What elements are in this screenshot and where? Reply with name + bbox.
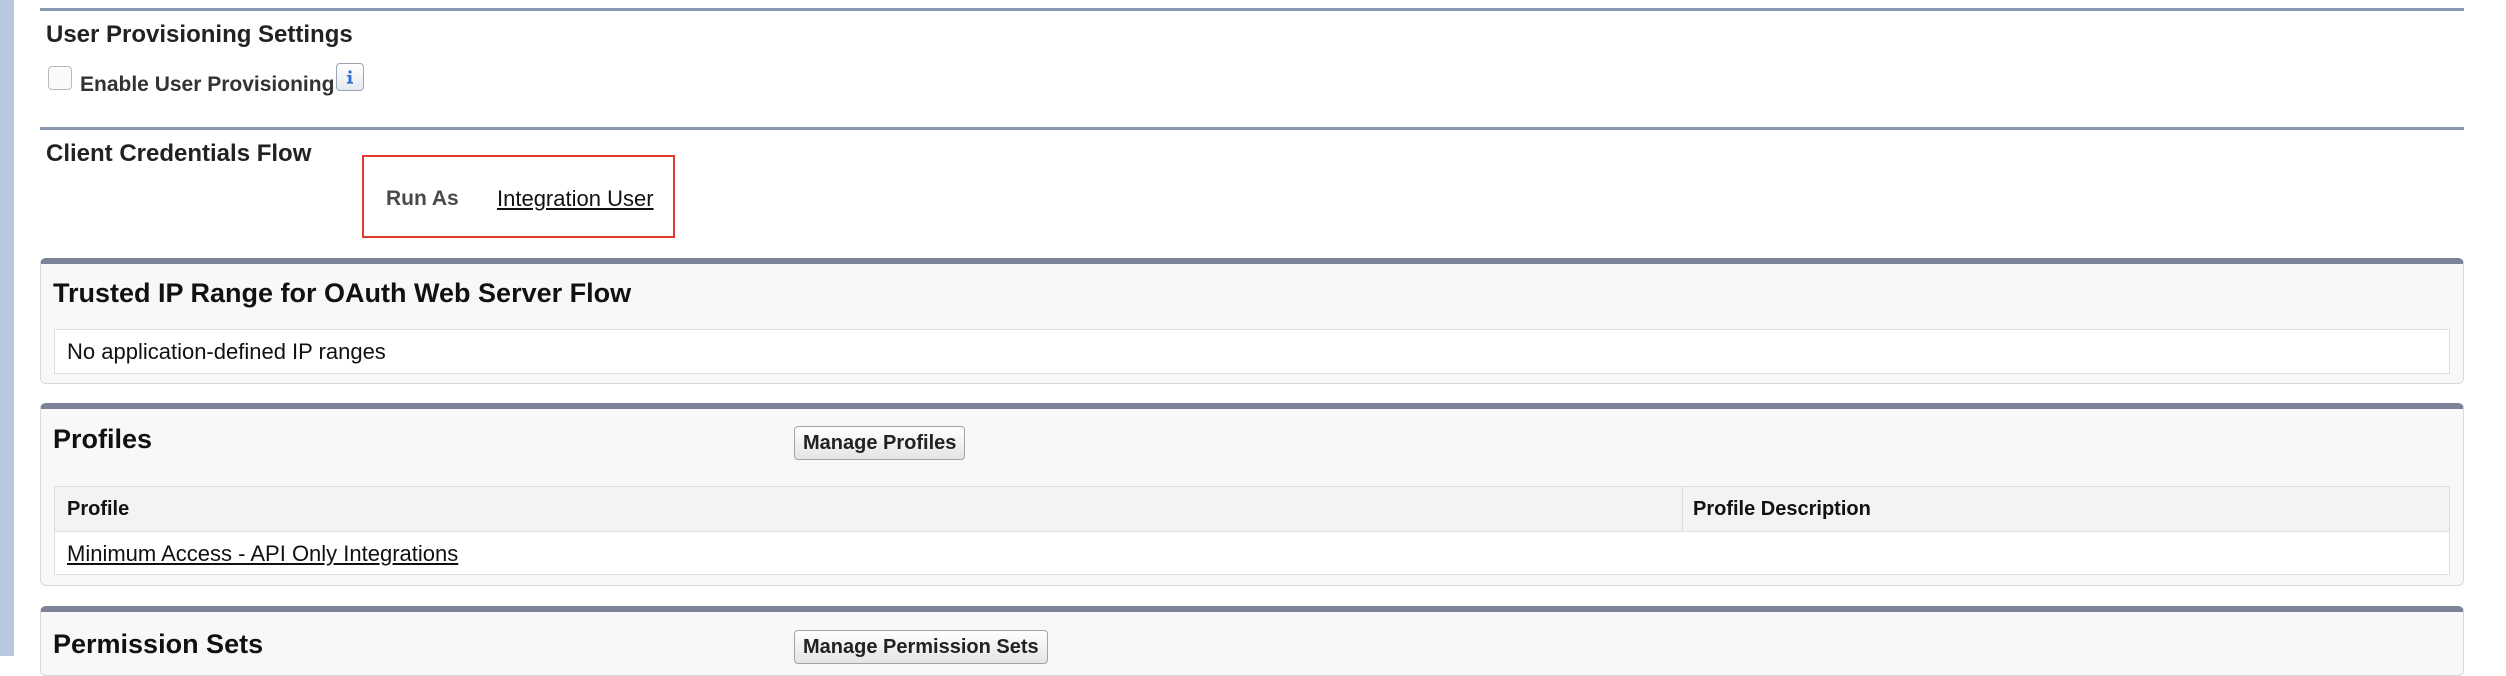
info-icon[interactable] xyxy=(336,63,364,91)
run-as-label: Run As xyxy=(386,187,459,210)
profiles-panel: Profiles Manage Profiles Profile Profile… xyxy=(40,403,2464,586)
user-provisioning-title: User Provisioning Settings xyxy=(46,21,353,48)
manage-profiles-button[interactable]: Manage Profiles xyxy=(794,426,966,460)
profile-description-column-header: Profile Description xyxy=(1693,498,1871,520)
profiles-table: Profile Profile Description Minimum Acce… xyxy=(54,486,2450,575)
enable-user-provisioning-label: Enable User Provisioning xyxy=(80,73,335,96)
manage-permission-sets-button[interactable]: Manage Permission Sets xyxy=(794,630,1048,664)
profiles-title: Profiles xyxy=(53,424,153,454)
section-divider xyxy=(40,8,2464,11)
column-separator xyxy=(1682,487,1683,531)
profile-row-link[interactable]: Minimum Access - API Only Integrations xyxy=(67,541,458,567)
trusted-ip-empty-message: No application-defined IP ranges xyxy=(67,339,386,364)
left-rail xyxy=(0,0,14,656)
trusted-ip-panel: Trusted IP Range for OAuth Web Server Fl… xyxy=(40,258,2464,384)
run-as-user-link[interactable]: Integration User xyxy=(497,186,654,212)
permission-sets-panel: Permission Sets Manage Permission Sets xyxy=(40,606,2464,676)
client-credentials-title: Client Credentials Flow xyxy=(46,140,312,167)
page-content: User Provisioning Settings Enable User P… xyxy=(40,0,2464,676)
info-glyph-icon xyxy=(347,70,353,84)
profile-column-header: Profile xyxy=(67,498,130,520)
run-as-highlight-box: Run As Integration User xyxy=(362,155,675,238)
trusted-ip-title: Trusted IP Range for OAuth Web Server Fl… xyxy=(53,278,632,308)
enable-user-provisioning-checkbox[interactable] xyxy=(48,66,72,90)
permission-sets-title: Permission Sets xyxy=(53,629,264,659)
profiles-table-header: Profile Profile Description xyxy=(55,487,2449,532)
section-divider xyxy=(40,127,2464,130)
trusted-ip-list: No application-defined IP ranges xyxy=(54,329,2450,374)
